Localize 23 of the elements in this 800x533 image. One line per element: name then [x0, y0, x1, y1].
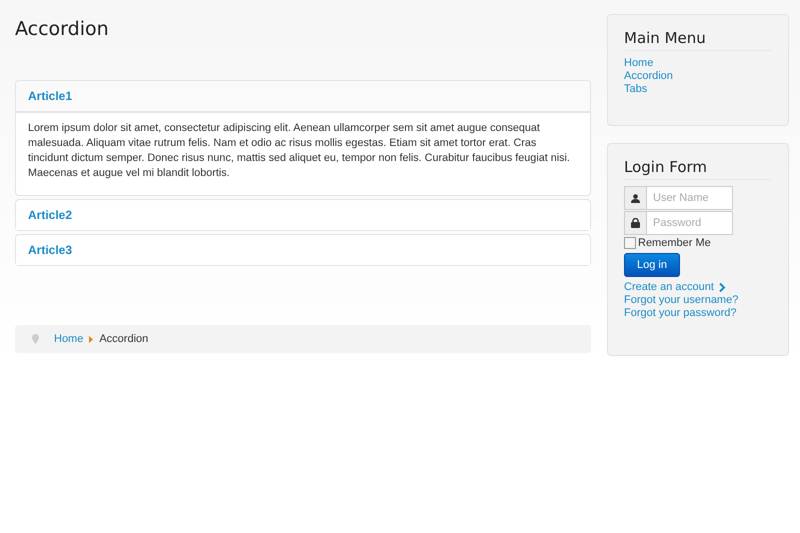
menu-link[interactable]: Home: [624, 57, 772, 69]
panel-title: Login Form: [624, 158, 772, 180]
menu-link[interactable]: Accordion: [624, 70, 772, 82]
location-pin-icon: [32, 334, 39, 344]
account-link[interactable]: Forgot your password?: [624, 307, 736, 319]
article-text: Lorem ipsum dolor sit amet, consectetur adipiscing elit. Aenean ullamcorper sem sit amet augue consequat malesuada. Aliquam vitae rutrum felis. Nam et odio ac risus mollis egestas. Etiam sit amet tortor erat. Cras tincidunt dictum semper. Donec risus nunc, mattis sed aliquet eu, tempor non felis. Curabitur faucibus feugiat nisi. Maecenas et augue vel mi blandit lobortis.: [27, 121, 571, 181]
menu-link[interactable]: Tabs: [624, 83, 772, 95]
login-button[interactable]: Log in: [624, 253, 680, 277]
panel-title: Main Menu: [624, 29, 772, 51]
password-field[interactable]: Password: [647, 211, 733, 235]
username-field[interactable]: User Name: [647, 186, 733, 210]
remember-checkbox[interactable]: [624, 237, 636, 249]
accordion-header[interactable]: Article1: [16, 81, 590, 113]
breadcrumb-link[interactable]: Home: [54, 333, 84, 345]
chevron-right-icon: [718, 282, 726, 292]
breadcrumb-current: Accordion: [99, 333, 148, 345]
remember-label: Remember Me: [638, 237, 711, 249]
account-link[interactable]: Forgot your username?: [624, 294, 738, 306]
user-icon: [631, 194, 640, 202]
chevron-right-icon: [89, 336, 94, 342]
page-title: Accordion: [15, 18, 110, 40]
account-link[interactable]: Create an account: [624, 281, 714, 293]
lock-icon: [631, 218, 640, 228]
